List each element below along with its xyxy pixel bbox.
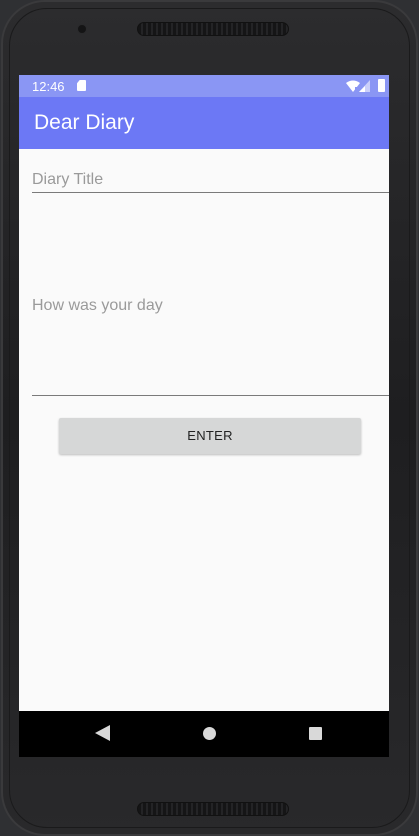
recents-icon[interactable] <box>309 727 322 740</box>
status-time: 12:46 <box>32 79 65 94</box>
diary-title-placeholder: Diary Title <box>32 171 104 188</box>
diary-title-input[interactable]: Diary Title <box>32 168 389 193</box>
back-icon[interactable] <box>95 725 110 741</box>
sd-card-icon <box>77 80 86 91</box>
diary-entry-placeholder: How was your day <box>32 297 163 314</box>
status-bar: 12:46 <box>19 75 389 97</box>
wifi-icon <box>346 80 360 92</box>
signal-icon <box>359 80 370 92</box>
navigation-bar <box>19 711 389 757</box>
battery-icon <box>378 79 385 92</box>
diary-entry-input[interactable]: How was your day <box>32 215 389 396</box>
app-title: Dear Diary <box>34 111 135 134</box>
bottom-speaker <box>137 802 289 816</box>
top-speaker <box>137 22 289 36</box>
app-bar: Dear Diary <box>19 97 389 149</box>
front-camera <box>77 24 87 34</box>
enter-button[interactable]: ENTER <box>59 418 361 454</box>
home-icon[interactable] <box>203 727 216 740</box>
device-screen: 12:46 Dear Diary Diary Title How was you… <box>19 75 389 757</box>
